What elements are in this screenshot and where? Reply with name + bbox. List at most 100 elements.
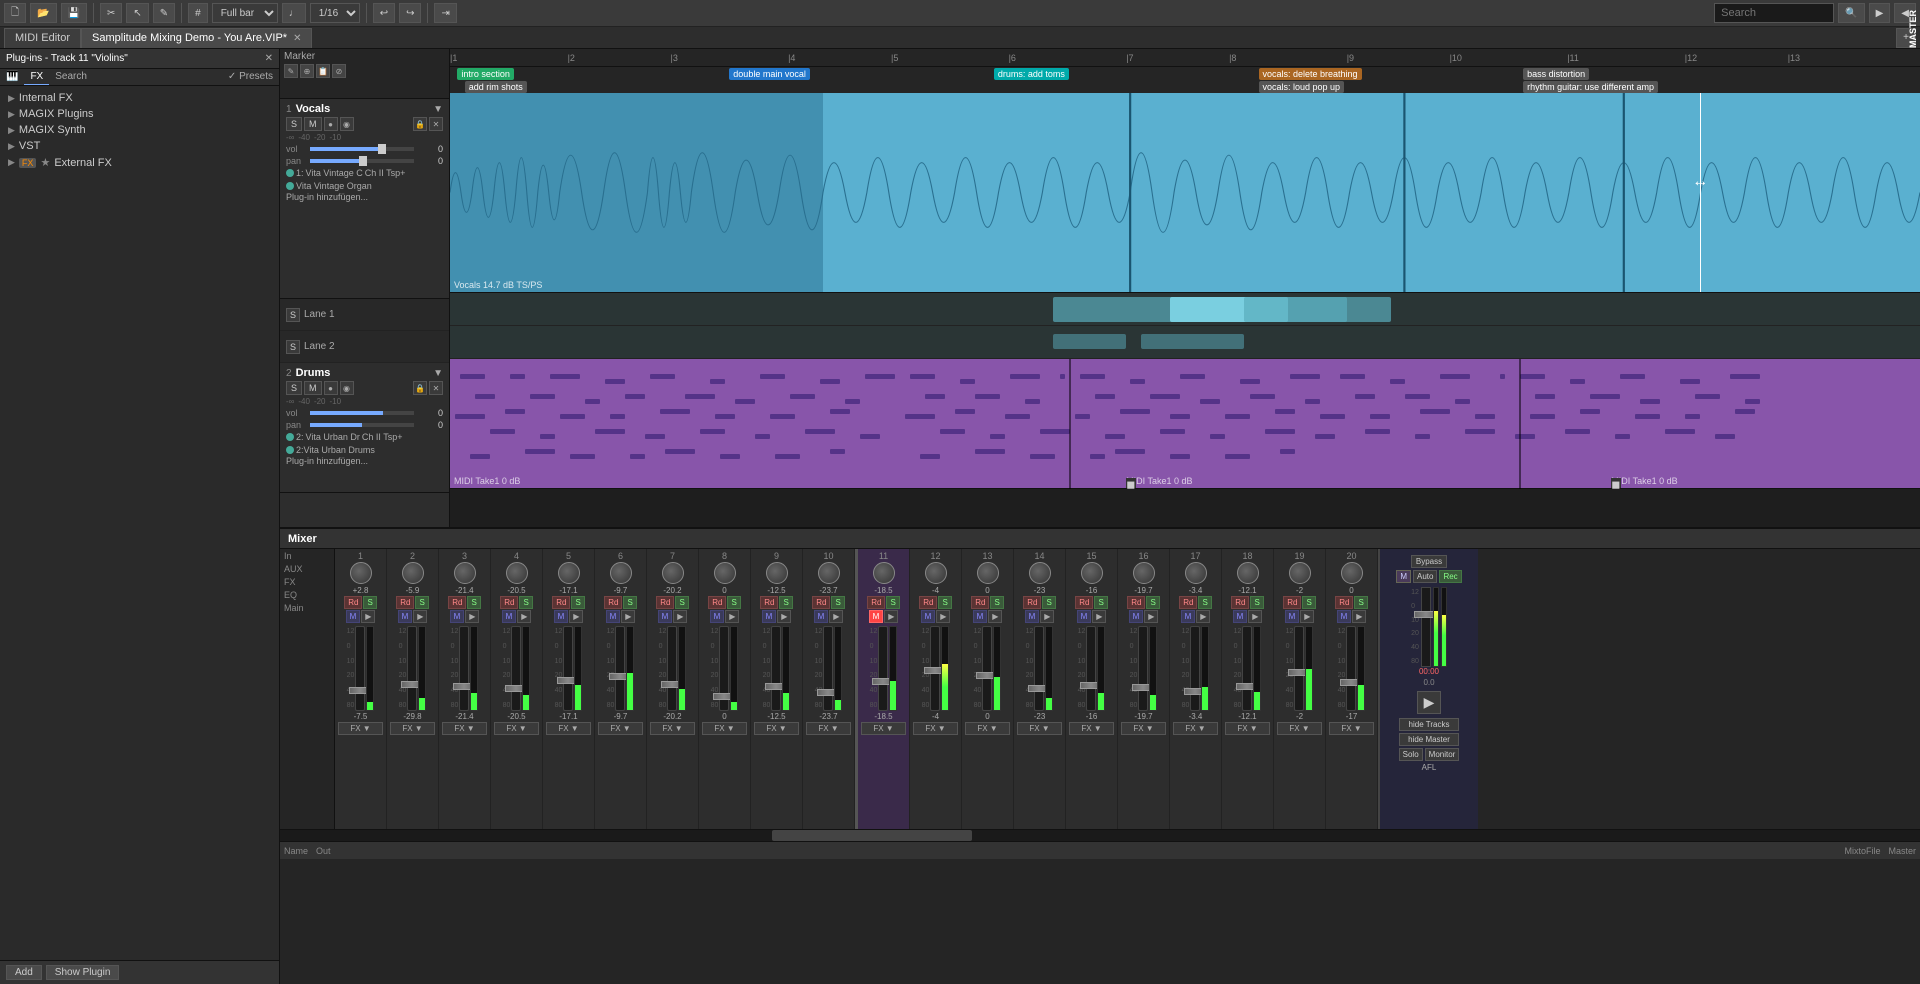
ch-fader-18[interactable] xyxy=(1242,626,1252,711)
ch-fader-16[interactable] xyxy=(1138,626,1148,711)
ch-pan-1[interactable] xyxy=(350,562,372,584)
ch-s-btn-8[interactable]: S xyxy=(727,596,740,609)
marker-rhythm-guitar[interactable]: rhythm guitar: use different amp xyxy=(1523,81,1658,93)
drums-lock-btn[interactable]: 🔒 xyxy=(413,381,427,395)
select-btn[interactable]: ↖ xyxy=(126,3,148,23)
ch-play-btn-8[interactable]: ▶ xyxy=(725,610,739,623)
solo-btn[interactable]: Solo xyxy=(1399,748,1423,761)
ch-s-btn-14[interactable]: S xyxy=(1042,596,1055,609)
ch-m-btn-3[interactable]: M xyxy=(450,610,465,623)
ch-fx-btn-17[interactable]: FX ▼ xyxy=(1173,722,1217,735)
ch-pan-13[interactable] xyxy=(977,562,999,584)
ch-m-btn-18[interactable]: M xyxy=(1233,610,1248,623)
marker-icon-2[interactable]: ⊕ xyxy=(300,64,314,78)
ch-pan-2[interactable] xyxy=(402,562,424,584)
ch-s-btn-10[interactable]: S xyxy=(831,596,844,609)
ch-rd-btn-13[interactable]: Rd xyxy=(971,596,989,609)
ch-fx-btn-2[interactable]: FX ▼ xyxy=(390,722,434,735)
marker-icon-3[interactable]: 📋 xyxy=(316,64,330,78)
lane1-s-btn[interactable]: S xyxy=(286,308,300,322)
ch-s-btn-19[interactable]: S xyxy=(1302,596,1315,609)
ch-s-btn-2[interactable]: S xyxy=(415,596,428,609)
ch-m-btn-5[interactable]: M xyxy=(554,610,569,623)
marker-vocal[interactable]: double main vocal xyxy=(729,68,810,80)
ch-pan-7[interactable] xyxy=(662,562,684,584)
ch-s-btn-15[interactable]: S xyxy=(1094,596,1107,609)
ch-fader-13[interactable] xyxy=(982,626,992,711)
ch-play-btn-13[interactable]: ▶ xyxy=(988,610,1002,623)
show-plugin-btn[interactable]: Show Plugin xyxy=(46,965,120,980)
vocals-arrow[interactable]: ▼ xyxy=(433,104,443,115)
ch-play-btn-2[interactable]: ▶ xyxy=(413,610,427,623)
marker-icon-4[interactable]: ⊘ xyxy=(332,64,346,78)
vol-thumb[interactable] xyxy=(378,144,386,154)
ch-fader-5[interactable] xyxy=(563,626,573,711)
ch-play-btn-15[interactable]: ▶ xyxy=(1092,610,1106,623)
new-btn[interactable]: 🗋 xyxy=(4,3,26,23)
ch-rd-btn-17[interactable]: Rd xyxy=(1179,596,1197,609)
ch-m-btn-16[interactable]: M xyxy=(1129,610,1144,623)
master-fader[interactable] xyxy=(1421,587,1431,667)
tree-external-fx[interactable]: ▶ FX ★ External FX xyxy=(0,154,279,171)
resize-cursor[interactable]: ↔ xyxy=(1692,173,1708,191)
vocals-mute-btn[interactable]: M xyxy=(304,117,322,131)
ch-fx-btn-15[interactable]: FX ▼ xyxy=(1069,722,1113,735)
open-btn[interactable]: 📂 xyxy=(30,3,56,23)
ch-play-btn-10[interactable]: ▶ xyxy=(829,610,843,623)
ch-play-btn-6[interactable]: ▶ xyxy=(621,610,635,623)
ch-m-btn-8[interactable]: M xyxy=(710,610,725,623)
ch-s-btn-6[interactable]: S xyxy=(623,596,636,609)
ch-fader-19[interactable] xyxy=(1294,626,1304,711)
ch-fader-3[interactable] xyxy=(459,626,469,711)
drums-arrow[interactable]: ▼ xyxy=(433,368,443,379)
ch-s-btn-1[interactable]: S xyxy=(363,596,376,609)
ch-s-btn-3[interactable]: S xyxy=(467,596,480,609)
marker-drums-toms[interactable]: drums: add toms xyxy=(994,68,1069,80)
ch-m-btn-13[interactable]: M xyxy=(973,610,988,623)
ch-fx-btn-10[interactable]: FX ▼ xyxy=(806,722,850,735)
undo-btn[interactable]: ↩ xyxy=(373,3,395,23)
ch-rd-btn-3[interactable]: Rd xyxy=(448,596,466,609)
ch-play-btn-11[interactable]: ▶ xyxy=(884,610,898,623)
ch-m-btn-9[interactable]: M xyxy=(762,610,777,623)
tab-search[interactable]: Search xyxy=(49,69,93,85)
drums-pan-slider[interactable] xyxy=(310,423,414,427)
vocals-pan-slider[interactable] xyxy=(310,159,414,163)
ch-play-btn-17[interactable]: ▶ xyxy=(1196,610,1210,623)
ch-rd-btn-9[interactable]: Rd xyxy=(760,596,778,609)
ch-m-btn-2[interactable]: M xyxy=(398,610,413,623)
ch-s-btn-12[interactable]: S xyxy=(938,596,951,609)
bypass-btn[interactable]: Bypass xyxy=(1411,555,1447,568)
ch-s-btn-5[interactable]: S xyxy=(571,596,584,609)
marker-delete-breath[interactable]: vocals: delete breathing xyxy=(1259,68,1362,80)
ch-fx-btn-1[interactable]: FX ▼ xyxy=(338,722,382,735)
tab-midi-editor[interactable]: MIDI Editor xyxy=(4,28,81,48)
ch-fx-btn-16[interactable]: FX ▼ xyxy=(1121,722,1165,735)
master-play-btn[interactable]: ▶ xyxy=(1417,691,1442,714)
drums-settings-btn[interactable]: ✕ xyxy=(429,381,443,395)
ch-play-btn-16[interactable]: ▶ xyxy=(1144,610,1158,623)
tree-internal-fx[interactable]: ▶ Internal FX xyxy=(0,90,279,106)
ch-play-btn-19[interactable]: ▶ xyxy=(1300,610,1314,623)
ch-fader-10[interactable] xyxy=(823,626,833,711)
hide-tracks-btn[interactable]: hide Tracks xyxy=(1399,718,1460,731)
ch-m-btn-14[interactable]: M xyxy=(1025,610,1040,623)
vocals-plugin-add[interactable]: Plug-in hinzufügen... xyxy=(286,192,443,202)
ch-pan-14[interactable] xyxy=(1029,562,1051,584)
ch-m-btn-11[interactable]: M xyxy=(869,610,884,623)
ch-m-btn-20[interactable]: M xyxy=(1337,610,1352,623)
ch-s-btn-13[interactable]: S xyxy=(990,596,1003,609)
ch-pan-17[interactable] xyxy=(1185,562,1207,584)
tree-vst[interactable]: ▶ VST xyxy=(0,138,279,154)
ch-m-btn-12[interactable]: M xyxy=(921,610,936,623)
ch-play-btn-4[interactable]: ▶ xyxy=(517,610,531,623)
marker-loud-pop[interactable]: vocals: loud pop up xyxy=(1259,81,1345,93)
ch-m-btn-17[interactable]: M xyxy=(1181,610,1196,623)
ch-fx-btn-12[interactable]: FX ▼ xyxy=(913,722,957,735)
ch-fader-7[interactable] xyxy=(667,626,677,711)
plugins-close-btn[interactable]: ✕ xyxy=(265,53,273,64)
search-btn[interactable]: 🔍 xyxy=(1838,3,1864,23)
drums-vol-slider[interactable] xyxy=(310,411,414,415)
ch-play-btn-1[interactable]: ▶ xyxy=(361,610,375,623)
ch-s-btn-18[interactable]: S xyxy=(1250,596,1263,609)
